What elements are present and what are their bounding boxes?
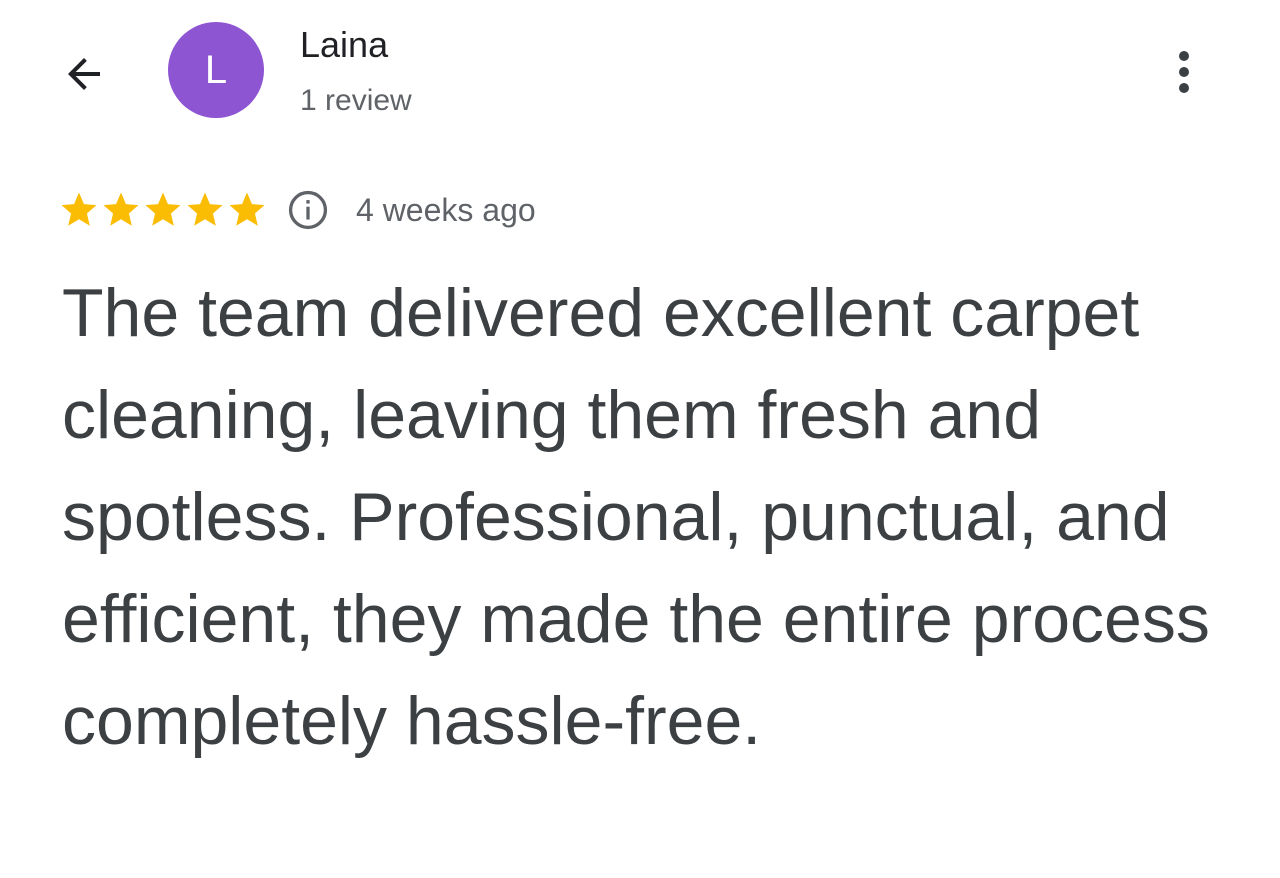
arrow-back-icon: [68, 58, 100, 90]
more-vert-icon: [1179, 51, 1189, 61]
review-timestamp: 4 weeks ago: [356, 191, 536, 228]
star-icon: [145, 192, 181, 226]
star-rating: [58, 189, 268, 231]
star-icon: [229, 192, 265, 226]
review-header: L Laina 1 review: [0, 0, 1280, 150]
info-icon: [288, 190, 328, 230]
more-options-button[interactable]: [1156, 42, 1212, 102]
star-icon: [103, 192, 139, 226]
back-button[interactable]: [52, 42, 116, 106]
avatar[interactable]: L: [168, 22, 264, 118]
more-vert-icon-dot: [1179, 67, 1189, 77]
review-body: The team delivered excellent carpet clea…: [62, 275, 1210, 759]
star-icon: [61, 192, 97, 226]
rating-info-button[interactable]: [284, 186, 332, 234]
reviewer-name[interactable]: Laina: [300, 24, 388, 66]
star-icon: [187, 192, 223, 226]
reviewer-review-count: 1 review: [300, 84, 412, 117]
rating-row: 4 weeks ago: [58, 186, 536, 234]
more-vert-icon-dot: [1179, 83, 1189, 93]
avatar-initial: L: [204, 47, 228, 92]
